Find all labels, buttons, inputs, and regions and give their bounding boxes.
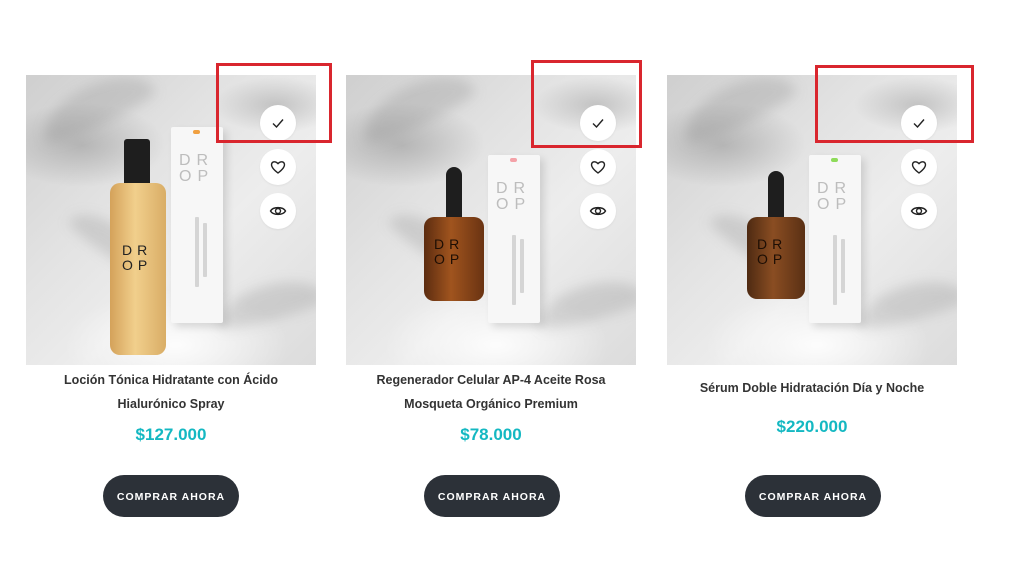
shadow-leaf [854,271,957,334]
product-card: DR OP DR OP Regenerador Celular AP-4 Ace… [346,75,636,525]
bottle-logo: DR OP [434,236,465,267]
product-title[interactable]: Regenerador Celular AP-4 Aceite Rosa Mos… [346,368,636,416]
box-accent-dot [510,158,517,162]
product-title-line: Regenerador Celular AP-4 Aceite Rosa [376,373,606,387]
product-price: $78.000 [460,425,522,444]
quick-view-button[interactable] [901,193,937,229]
box-logo: DR OP [817,180,853,213]
product-box: DR OP [809,155,861,323]
shadow-leaf [674,75,800,149]
shadow-leaf [533,271,636,334]
product-box: DR OP [171,127,223,323]
product-title[interactable]: Sérum Doble Hidratación Día y Noche [667,376,957,400]
wishlist-button[interactable] [260,149,296,185]
product-grid: DR OP DR OP Loción Tónica Hidratante con… [26,75,966,535]
buy-now-button[interactable]: COMPRAR AHORA [745,475,881,517]
compare-button[interactable] [260,105,296,141]
buy-now-button[interactable]: COMPRAR AHORA [103,475,239,517]
wishlist-button[interactable] [901,149,937,185]
product-card: DR OP DR OP Loción Tónica Hidratante con… [26,75,316,525]
eye-icon [910,206,928,216]
product-title-line: Mosqueta Orgánico Premium [404,397,578,411]
checkmark-icon [592,119,604,129]
heart-icon [590,161,606,174]
box-label-text [520,239,524,293]
product-title[interactable]: Loción Tónica Hidratante con Ácido Hialu… [26,368,316,416]
box-logo: DR OP [179,152,215,185]
shadow-leaf [33,75,159,149]
box-label-text [833,235,837,305]
product-image[interactable]: DR OP DR OP [26,75,316,365]
product-image[interactable]: DR OP DR OP [346,75,636,365]
product-title-line: Sérum Doble Hidratación Día y Noche [699,381,925,395]
box-label-text [203,223,207,277]
box-label-text [195,217,199,287]
bottle-logo: DR OP [122,242,153,273]
eye-icon [589,206,607,216]
wishlist-button[interactable] [580,149,616,185]
compare-button[interactable] [901,105,937,141]
product-box: DR OP [488,155,540,323]
product-title-line: Hialurónico Spray [117,397,225,411]
product-title-line: Loción Tónica Hidratante con Ácido [64,373,278,387]
box-accent-dot [831,158,838,162]
box-label-text [841,239,845,293]
quick-view-button[interactable] [260,193,296,229]
product-image[interactable]: DR OP DR OP [667,75,957,365]
checkmark-icon [913,119,925,129]
shadow-leaf [213,271,316,334]
quick-view-button[interactable] [580,193,616,229]
checkmark-icon [272,119,284,129]
heart-icon [270,161,286,174]
box-logo: DR OP [496,180,532,213]
shadow-leaf [353,75,479,149]
product-price: $220.000 [776,417,848,436]
heart-icon [911,161,927,174]
box-label-text [512,235,516,305]
compare-button[interactable] [580,105,616,141]
eye-icon [269,206,287,216]
buy-now-button[interactable]: COMPRAR AHORA [424,475,560,517]
product-price: $127.000 [135,425,207,444]
bottle-logo: DR OP [757,236,788,267]
product-card: DR OP DR OP Sérum Doble Hidratación Día … [667,75,957,525]
box-accent-dot [193,130,200,134]
